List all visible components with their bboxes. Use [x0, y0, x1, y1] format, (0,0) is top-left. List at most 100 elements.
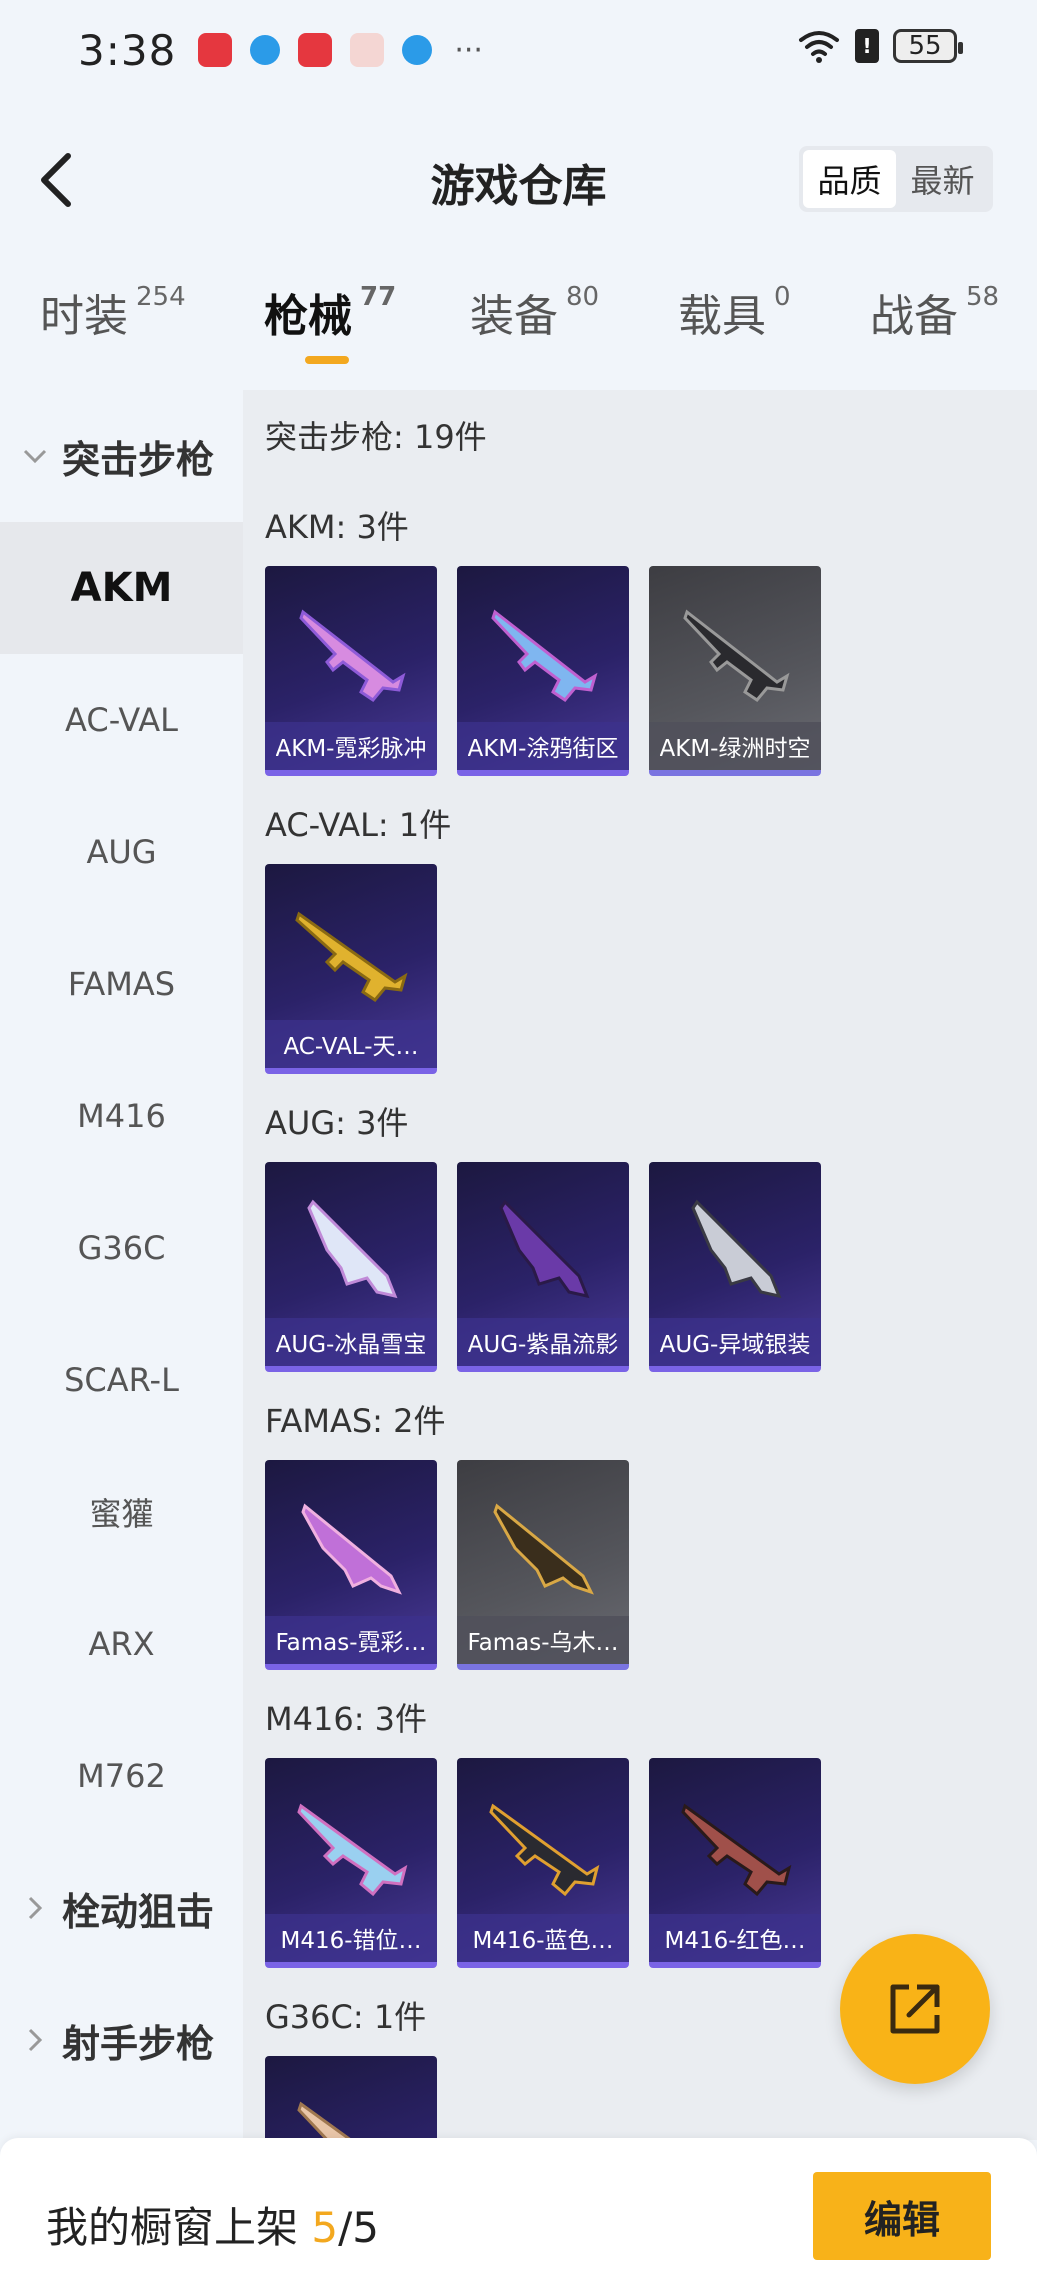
weapon-card[interactable]: M416-蓝色… — [457, 1758, 629, 1968]
tab-vehicles[interactable]: 载具 0 — [678, 280, 791, 344]
rifle-icon — [489, 1803, 600, 1897]
huawei-app-icon — [298, 33, 333, 67]
tab-count: 58 — [966, 282, 1000, 312]
sidebar-item-honey-badger[interactable]: 蜜獾 — [0, 1446, 243, 1578]
sidebar-item-famas[interactable]: FAMAS — [0, 918, 243, 1050]
weapon-card[interactable]: AKM-绿洲时空 — [649, 566, 821, 776]
tab-label: 载具 — [678, 291, 766, 342]
browser-app-icon — [402, 35, 433, 65]
weapon-category-sidebar: 突击步枪 AKM AC-VAL AUG FAMAS M416 G36C SCAR… — [0, 390, 243, 2140]
section-title: G36C: 1件 — [265, 1998, 427, 2036]
section-title: AUG: 3件 — [265, 1104, 409, 1142]
weapon-list: 突击步枪: 19件 AKM: 3件 AKM-霓彩脉冲 AKM-涂鸦街区 AKM-… — [243, 390, 1037, 2140]
weapon-card-label: Famas-乌木… — [457, 1616, 629, 1664]
weapon-card[interactable]: Famas-乌木… — [457, 1460, 629, 1670]
weapon-card[interactable]: M416-红色… — [649, 1758, 821, 1968]
sidebar-item-ac-val[interactable]: AC-VAL — [0, 654, 243, 786]
rifle-icon — [683, 609, 790, 702]
rifle-icon — [301, 1503, 402, 1595]
rifle-icon — [299, 609, 406, 702]
showcase-bar: 我的橱窗上架 5/5 编辑 — [0, 2138, 1037, 2295]
weapon-card[interactable]: AC-VAL-天… — [265, 864, 437, 1074]
tab-fashion[interactable]: 时装 254 — [40, 280, 186, 344]
sidebar-group-label: 射手步枪 — [62, 2021, 215, 2066]
huawei-app-icon — [198, 33, 233, 67]
rifle-icon — [297, 1803, 408, 1897]
sidebar-item-g36c[interactable]: G36C — [0, 1182, 243, 1314]
weapon-card-label: AKM-涂鸦街区 — [457, 722, 629, 770]
tab-equipment[interactable]: 装备 80 — [470, 280, 599, 344]
showcase-status: 我的橱窗上架 5/5 — [46, 2194, 379, 2255]
more-notifications-icon: ··· — [454, 32, 483, 68]
weapon-card-label: AUG-异域银装 — [649, 1318, 821, 1366]
rifle-icon — [307, 1199, 398, 1299]
category-tabs: 时装 254 枪械 77 装备 80 载具 0 战备 58 — [0, 280, 1037, 380]
rifle-icon — [691, 1199, 782, 1299]
weapon-card[interactable] — [265, 2056, 437, 2140]
weapon-card[interactable]: M416-错位… — [265, 1758, 437, 1968]
tab-battle-gear[interactable]: 战备 58 — [870, 280, 999, 344]
tab-firearms[interactable]: 枪械 77 — [264, 280, 396, 344]
sort-quality-button[interactable]: 品质 — [803, 150, 896, 208]
weapon-card-label: AUG-冰晶雪宝 — [265, 1318, 437, 1366]
showcase-label: 我的橱窗上架 — [46, 2203, 312, 2252]
sidebar-group-label: 突击步枪 — [62, 437, 215, 482]
sidebar-group-marksman-rifles[interactable]: 射手步枪 — [0, 1974, 243, 2106]
sidebar-item-scar-l[interactable]: SCAR-L — [0, 1314, 243, 1446]
sidebar-item-m762[interactable]: M762 — [0, 1710, 243, 1842]
status-time: 3:38 — [78, 25, 177, 75]
rifle-icon — [499, 1199, 590, 1299]
weapon-card-label: M416-蓝色… — [457, 1914, 629, 1962]
status-indicators: ! 55 — [797, 28, 963, 64]
share-button[interactable] — [840, 1934, 990, 2084]
chevron-down-icon — [20, 448, 50, 464]
sidebar-item-aug[interactable]: AUG — [0, 786, 243, 918]
showcase-total-count: /5 — [338, 2203, 379, 2252]
weapon-card[interactable]: Famas-霓彩… — [265, 1460, 437, 1670]
header: 游戏仓库 品质 最新 — [0, 130, 1037, 230]
weapon-card[interactable]: AUG-异域银装 — [649, 1162, 821, 1372]
tab-count: 254 — [136, 282, 186, 312]
sidebar-item-arx[interactable]: ARX — [0, 1578, 243, 1710]
share-icon — [890, 1984, 940, 2034]
rifle-icon — [681, 1803, 792, 1897]
tab-label: 枪械 — [264, 291, 352, 342]
section-title: AC-VAL: 1件 — [265, 806, 452, 844]
weapon-card[interactable]: AKM-霓彩脉冲 — [265, 566, 437, 776]
weapon-card-label: AUG-紫晶流影 — [457, 1318, 629, 1366]
weapon-card-label: AC-VAL-天… — [265, 1020, 437, 1068]
tab-count: 0 — [774, 282, 791, 312]
weapon-card-label: Famas-霓彩… — [265, 1616, 437, 1664]
weapon-card[interactable]: AUG-紫晶流影 — [457, 1162, 629, 1372]
sort-newest-button[interactable]: 最新 — [896, 150, 989, 208]
sim-alert-icon: ! — [855, 29, 879, 63]
weapon-card[interactable]: AKM-涂鸦街区 — [457, 566, 629, 776]
weapon-card[interactable]: AUG-冰晶雪宝 — [265, 1162, 437, 1372]
sidebar-group-bolt-action-snipers[interactable]: 栓动狙击 — [0, 1842, 243, 1974]
showcase-current-count: 5 — [311, 2203, 339, 2252]
weapon-card-label: AKM-霓彩脉冲 — [265, 722, 437, 770]
sidebar-group-label: 栓动狙击 — [62, 1889, 215, 1934]
weapon-card-label: M416-红色… — [649, 1914, 821, 1962]
section-title: FAMAS: 2件 — [265, 1402, 446, 1440]
tab-label: 时装 — [40, 291, 128, 342]
battery-icon: 55 — [893, 29, 963, 63]
category-summary: 突击步枪: 19件 — [265, 418, 487, 456]
rifle-icon — [295, 911, 408, 1002]
browser-app-icon — [250, 35, 281, 65]
status-bar: 3:38 ··· ! 55 — [0, 0, 1037, 100]
tab-count: 77 — [360, 282, 397, 312]
sidebar-group-assault-rifles[interactable]: 突击步枪 — [0, 390, 243, 522]
notification-icons: ··· — [198, 33, 483, 68]
rifle-icon — [297, 2101, 354, 2140]
chevron-right-icon — [20, 1895, 50, 1921]
edit-button[interactable]: 编辑 — [813, 2172, 991, 2260]
section-title: AKM: 3件 — [265, 508, 409, 546]
sidebar-item-akm[interactable]: AKM — [0, 522, 243, 654]
active-tab-indicator — [305, 356, 349, 364]
rifle-icon — [493, 1503, 594, 1595]
sidebar-item-m416[interactable]: M416 — [0, 1050, 243, 1182]
rifle-icon — [491, 609, 598, 702]
weapon-card-label: AKM-绿洲时空 — [649, 722, 821, 770]
tab-count: 80 — [566, 282, 600, 312]
